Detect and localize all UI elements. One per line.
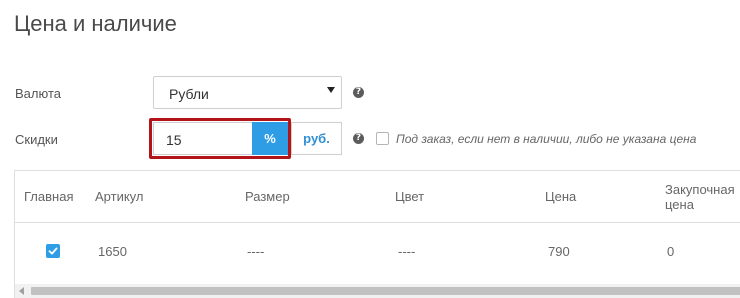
cell-cost: 0	[667, 244, 675, 259]
discount-rub-button[interactable]: руб.	[291, 122, 342, 155]
column-header-cost: Закупочная цена	[665, 182, 735, 212]
currency-select[interactable]: Рубли	[153, 76, 342, 109]
column-header-color: Цвет	[395, 189, 425, 204]
column-header-cost-line1: Закупочная	[665, 182, 735, 197]
main-variant-checkbox[interactable]	[46, 244, 60, 258]
column-header-size: Размер	[245, 189, 290, 204]
variants-table: Главная Артикул Размер Цвет Цена Закупоч…	[14, 170, 740, 298]
column-header-cost-line2: цена	[665, 197, 694, 212]
dropdown-arrow-icon	[327, 87, 335, 93]
section-title: Цена и наличие	[14, 11, 177, 36]
currency-label: Валюта	[15, 86, 61, 101]
horizontal-scrollbar[interactable]	[15, 284, 740, 298]
column-header-article: Артикул	[95, 189, 144, 204]
discount-percent-button[interactable]: %	[252, 122, 288, 155]
header-divider	[15, 222, 740, 223]
cell-size: ----	[247, 244, 265, 259]
scroll-left-arrow-icon[interactable]	[19, 287, 24, 295]
cell-article: 1650	[98, 244, 127, 259]
cell-price: 790	[548, 244, 570, 259]
currency-help-icon[interactable]: ?	[353, 87, 364, 98]
discount-input[interactable]: 15	[153, 122, 252, 155]
preorder-checkbox[interactable]	[376, 132, 389, 145]
currency-selected-value: Рубли	[169, 86, 209, 102]
discount-help-icon[interactable]: ?	[353, 133, 364, 144]
checkmark-icon	[48, 247, 58, 255]
column-header-main: Главная	[24, 189, 74, 204]
scrollbar-thumb[interactable]	[31, 287, 740, 295]
discount-label: Скидки	[15, 132, 58, 147]
column-header-price: Цена	[545, 189, 577, 204]
preorder-label[interactable]: Под заказ, если нет в наличии, либо не у…	[396, 132, 696, 146]
cell-color: ----	[398, 244, 416, 259]
discount-value: 15	[166, 132, 182, 148]
